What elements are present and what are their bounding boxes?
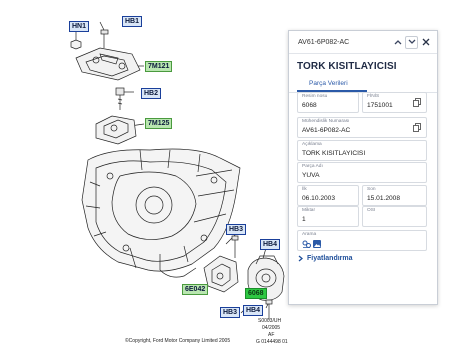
image-no-value: 6068	[302, 102, 317, 109]
osi-label: OSI	[367, 208, 376, 213]
part-search-icon[interactable]	[302, 240, 311, 248]
image-no-label: Resim nosu	[302, 94, 328, 99]
next-part-button[interactable]	[405, 35, 418, 49]
chevron-down-icon	[408, 39, 415, 44]
part-name-value: YUVA	[302, 172, 320, 179]
callout-hb4[interactable]: HB4	[260, 239, 281, 250]
finis-label: FİNİS	[367, 94, 380, 99]
description-value: TORK KISITLAYICISI	[302, 150, 366, 157]
engineering-no-label: Mühendislik Numarası	[302, 119, 350, 124]
part-name-field[interactable]: Parça Adı YUVA	[297, 162, 427, 183]
callout-6e042[interactable]: 6E042	[182, 284, 209, 295]
search-label: Arama	[302, 232, 317, 237]
part-info-panel: AV61-6P082-AC TORK KISITLAYICISI Parça V…	[288, 30, 438, 305]
search-field[interactable]: Arama	[297, 230, 427, 251]
callout-hb4-lower[interactable]: HB4	[243, 305, 264, 316]
image-search-icon[interactable]	[313, 240, 321, 248]
osi-field[interactable]: OSI	[362, 206, 427, 227]
copy-icon[interactable]	[413, 98, 422, 107]
panel-header: AV61-6P082-AC	[289, 31, 437, 54]
description-label: Açıklama	[302, 142, 322, 147]
ref-line-3: AF	[268, 332, 275, 338]
copy-icon[interactable]	[413, 123, 422, 132]
previous-part-button[interactable]	[392, 37, 403, 48]
tab-part-data[interactable]: Parça Verileri	[309, 80, 348, 87]
start-date-field[interactable]: İlk 06.10.2003	[297, 185, 359, 206]
end-date-field[interactable]: Son 15.01.2008	[362, 185, 427, 206]
finis-value: 1751001	[367, 102, 393, 109]
engineering-no-value: AV61-6P082-AC	[302, 127, 351, 134]
start-date-label: İlk	[302, 187, 307, 192]
callout-hb3[interactable]: HB3	[226, 224, 247, 235]
pricing-label: Fiyatlandırma	[307, 255, 353, 262]
end-date-value: 15.01.2008	[367, 195, 401, 202]
part-name-label: Parça Adı	[302, 164, 323, 169]
header-part-code: AV61-6P082-AC	[298, 38, 350, 46]
tab-bar: Parça Verileri	[289, 77, 437, 93]
callout-hb3-lower[interactable]: HB3	[220, 307, 241, 318]
ref-line-2: 04/2005	[262, 325, 281, 331]
close-icon	[422, 38, 429, 46]
chevron-right-icon	[298, 255, 303, 262]
chevron-up-icon	[394, 40, 401, 45]
description-field[interactable]: Açıklama TORK KISITLAYICISI	[297, 140, 427, 161]
callout-hn1[interactable]: HN1	[69, 21, 90, 32]
copyright-note: ©Copyright, Ford Motor Company Limited 2…	[125, 338, 231, 344]
ref-line-4: G 0144498 01	[256, 339, 288, 345]
callout-7m121[interactable]: 7M121	[145, 61, 173, 72]
callout-hb1[interactable]: HB1	[122, 16, 143, 27]
callout-7m125[interactable]: 7M125	[145, 118, 173, 129]
part-title: TORK KISITLAYICISI	[297, 61, 397, 72]
quantity-label: Miktar	[302, 208, 316, 213]
image-no-field[interactable]: Resim nosu 6068	[297, 92, 359, 113]
quantity-value: 1	[302, 216, 306, 223]
finis-field[interactable]: FİNİS 1751001	[362, 92, 427, 113]
pricing-section-toggle[interactable]: Fiyatlandırma	[298, 255, 353, 262]
quantity-field[interactable]: Miktar 1	[297, 206, 359, 227]
start-date-value: 06.10.2003	[302, 195, 336, 202]
callout-6068-selected[interactable]: 6068	[245, 288, 267, 299]
close-panel-button[interactable]	[420, 37, 431, 48]
callout-hb2[interactable]: HB2	[141, 88, 162, 99]
engineering-no-field[interactable]: Mühendislik Numarası AV61-6P082-AC	[297, 117, 427, 138]
ref-line-1: S0003/UH	[258, 318, 282, 324]
end-date-label: Son	[367, 187, 376, 192]
